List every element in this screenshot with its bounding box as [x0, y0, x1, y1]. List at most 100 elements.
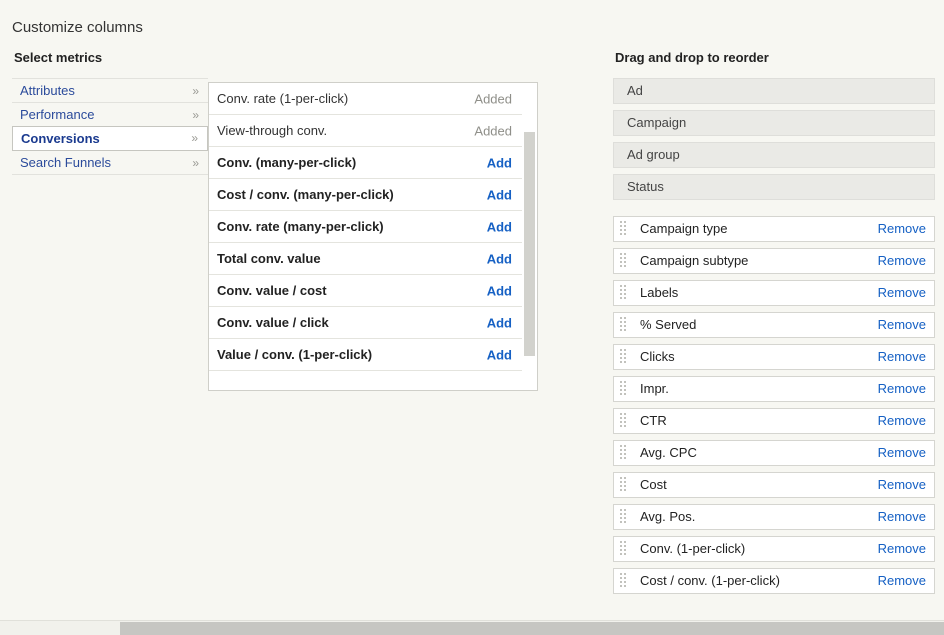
metric-name: Conv. (many-per-click): [217, 155, 357, 170]
metric-added-status: Added: [474, 123, 512, 138]
page-title: Customize columns: [12, 19, 143, 36]
remove-column-link[interactable]: Remove: [878, 217, 926, 241]
column-label: Cost / conv. (1-per-click): [640, 573, 780, 588]
locked-column-item: Status: [613, 174, 935, 200]
column-label: Labels: [640, 285, 679, 300]
locked-column-item: Ad: [613, 78, 935, 104]
remove-column-link[interactable]: Remove: [878, 345, 926, 369]
metric-name: Value / conv. (1-per-click): [217, 347, 373, 362]
column-label: Status: [627, 179, 664, 194]
drag-handle-icon[interactable]: [620, 509, 627, 525]
drag-handle-icon[interactable]: [620, 573, 627, 589]
metric-add-link[interactable]: Add: [487, 315, 512, 330]
draggable-column-item[interactable]: Avg. Pos. Remove: [613, 504, 935, 530]
metric-row: Conv. rate (many-per-click) Add: [209, 211, 522, 243]
remove-column-link[interactable]: Remove: [878, 537, 926, 561]
category-label: Performance: [20, 107, 95, 122]
drag-handle-icon[interactable]: [620, 381, 627, 397]
metric-row: Conv. value / click Add: [209, 307, 522, 339]
metric-add-link[interactable]: Add: [487, 219, 512, 234]
metrics-scrollbar-thumb[interactable]: [524, 132, 535, 356]
column-label: Avg. Pos.: [640, 509, 696, 524]
draggable-column-item[interactable]: Labels Remove: [613, 280, 935, 306]
metric-name: Conv. value / cost: [217, 283, 327, 298]
remove-column-link[interactable]: Remove: [878, 313, 926, 337]
metric-name: Conv. rate (1-per-click): [217, 91, 349, 106]
draggable-column-item[interactable]: Clicks Remove: [613, 344, 935, 370]
drag-handle-icon[interactable]: [620, 349, 627, 365]
column-label: Clicks: [640, 349, 675, 364]
drag-handle-icon[interactable]: [620, 317, 627, 333]
remove-column-link[interactable]: Remove: [878, 281, 926, 305]
draggable-column-item[interactable]: Campaign subtype Remove: [613, 248, 935, 274]
draggable-column-item[interactable]: Avg. CPC Remove: [613, 440, 935, 466]
draggable-column-item[interactable]: Cost Remove: [613, 472, 935, 498]
draggable-column-item[interactable]: Campaign type Remove: [613, 216, 935, 242]
horizontal-scrollbar[interactable]: [0, 620, 944, 635]
reorder-heading: Drag and drop to reorder: [615, 50, 769, 65]
drag-handle-icon[interactable]: [620, 477, 627, 493]
remove-column-link[interactable]: Remove: [878, 409, 926, 433]
draggable-column-item[interactable]: % Served Remove: [613, 312, 935, 338]
column-label: Ad: [627, 83, 643, 98]
drag-handle-icon[interactable]: [620, 221, 627, 237]
metric-row: Value / conv. (1-per-click) Add: [209, 339, 522, 371]
draggable-column-item[interactable]: CTR Remove: [613, 408, 935, 434]
metrics-list-scroll-area[interactable]: Conv. rate (1-per-click) Added View-throug…: [209, 83, 522, 390]
category-item-performance[interactable]: Performance »: [12, 103, 208, 127]
list-group-divider: [613, 206, 935, 216]
remove-column-link[interactable]: Remove: [878, 249, 926, 273]
column-label: Cost: [640, 477, 667, 492]
category-item-search-funnels[interactable]: Search Funnels »: [12, 151, 208, 175]
category-label: Conversions: [21, 131, 100, 146]
remove-column-link[interactable]: Remove: [878, 441, 926, 465]
chevron-right-icon: »: [192, 108, 199, 122]
selected-columns-list: Ad Campaign Ad group Status Campaign type Rem…: [613, 78, 935, 594]
column-label: Conv. (1-per-click): [640, 541, 746, 556]
draggable-column-item[interactable]: Impr. Remove: [613, 376, 935, 402]
remove-column-link[interactable]: Remove: [878, 569, 926, 593]
remove-column-link[interactable]: Remove: [878, 377, 926, 401]
metric-add-link[interactable]: Add: [487, 347, 512, 362]
category-item-attributes[interactable]: Attributes »: [12, 79, 208, 103]
drag-handle-icon[interactable]: [620, 413, 627, 429]
metric-add-link[interactable]: Add: [487, 187, 512, 202]
column-label: % Served: [640, 317, 697, 332]
column-label: Campaign subtype: [640, 253, 749, 268]
metric-add-link[interactable]: Add: [487, 251, 512, 266]
category-label: Attributes: [20, 83, 75, 98]
metric-added-status: Added: [474, 91, 512, 106]
locked-column-item: Campaign: [613, 110, 935, 136]
drag-handle-icon[interactable]: [620, 285, 627, 301]
metric-row: Conv. rate (1-per-click) Added: [209, 83, 522, 115]
horizontal-scrollbar-thumb[interactable]: [120, 622, 944, 635]
column-label: Impr.: [640, 381, 669, 396]
chevron-right-icon: »: [192, 84, 199, 98]
drag-handle-icon[interactable]: [620, 253, 627, 269]
drag-handle-icon[interactable]: [620, 445, 627, 461]
remove-column-link[interactable]: Remove: [878, 505, 926, 529]
metric-row: Cost / conv. (many-per-click) Add: [209, 179, 522, 211]
metrics-vertical-scrollbar[interactable]: [524, 84, 535, 389]
metric-name: Total conv. value: [217, 251, 321, 266]
draggable-column-item[interactable]: Conv. (1-per-click) Remove: [613, 536, 935, 562]
reorder-panel: Drag and drop to reorder Ad Campaign Ad gr…: [613, 50, 935, 600]
metric-add-link[interactable]: Add: [487, 155, 512, 170]
column-label: Ad group: [627, 147, 680, 162]
metric-add-link[interactable]: Add: [487, 283, 512, 298]
metric-row: Total conv. value Add: [209, 243, 522, 275]
remove-column-link[interactable]: Remove: [878, 473, 926, 497]
metric-row: View-through conv. Added: [209, 115, 522, 147]
metric-category-list: Attributes» Performance» Conversions» Searc…: [12, 78, 208, 175]
metric-row: Conv. (many-per-click) Add: [209, 147, 522, 179]
locked-column-item: Ad group: [613, 142, 935, 168]
draggable-column-item[interactable]: Cost / conv. (1-per-click) Remove: [613, 568, 935, 594]
metrics-flyout-panel: Conv. rate (1-per-click) Added View-throug…: [208, 82, 538, 391]
category-label: Search Funnels: [20, 155, 112, 170]
category-item-conversions[interactable]: Conversions »: [12, 126, 208, 151]
metric-name: Conv. rate (many-per-click): [217, 219, 384, 234]
drag-handle-icon[interactable]: [620, 541, 627, 557]
metric-name: Cost / conv. (many-per-click): [217, 187, 394, 202]
metric-row: Conv. value / cost Add: [209, 275, 522, 307]
select-metrics-panel: Select metrics Attributes» Performance» Co…: [12, 50, 208, 175]
